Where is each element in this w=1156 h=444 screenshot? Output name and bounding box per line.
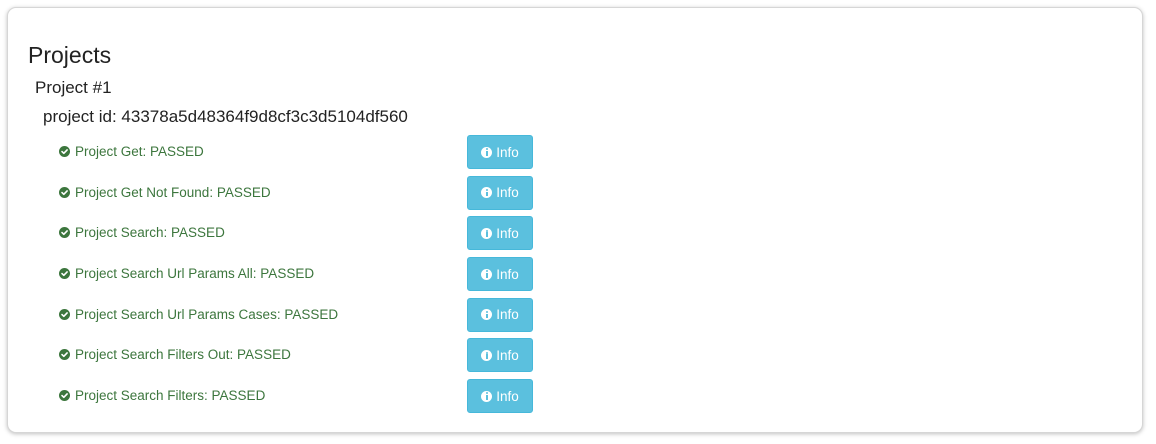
- info-button[interactable]: Info: [467, 338, 533, 373]
- project-id: project id: 43378a5d48364f9d8cf3c3d5104d…: [43, 107, 408, 126]
- test-status: Project Get: PASSED: [59, 144, 204, 159]
- test-row: Project Search Url Params All: PASSED In…: [59, 257, 539, 298]
- info-button[interactable]: Info: [467, 175, 533, 210]
- test-status: Project Get Not Found: PASSED: [59, 185, 271, 200]
- info-circle-icon: [481, 187, 493, 199]
- test-row: Project Search Filters: PASSED Info: [59, 379, 539, 420]
- test-row: Project Search: PASSED Info: [59, 216, 539, 257]
- page-title: Projects: [28, 42, 112, 68]
- test-row: Project Search Url Params Cases: PASSED …: [59, 297, 539, 339]
- info-circle-icon: [481, 390, 493, 402]
- check-circle-icon: [59, 308, 70, 320]
- check-circle-icon: [59, 227, 70, 239]
- test-row: Project Search Filters Out: PASSED Info: [59, 338, 539, 379]
- test-status: Project Search Url Params Cases: PASSED: [59, 307, 338, 322]
- info-circle-icon: [481, 227, 493, 239]
- test-row: Project Get Not Found: PASSED Info: [59, 175, 539, 217]
- info-button[interactable]: Info: [467, 257, 533, 292]
- info-button[interactable]: Info: [467, 216, 533, 251]
- info-button-label: Info: [496, 185, 519, 201]
- info-button-label: Info: [496, 307, 519, 323]
- project-name: Project #1: [35, 78, 112, 97]
- projects-panel: Projects Project #1 project id: 43378a5d…: [7, 7, 1143, 433]
- info-button[interactable]: Info: [467, 379, 533, 414]
- info-circle-icon: [481, 309, 493, 321]
- test-status: Project Search: PASSED: [59, 225, 225, 240]
- test-label: Project Search Url Params Cases: PASSED: [75, 306, 339, 322]
- test-status: Project Search Filters: PASSED: [59, 388, 265, 403]
- info-button-label: Info: [496, 347, 519, 363]
- info-circle-icon: [481, 268, 493, 280]
- info-button[interactable]: Info: [467, 135, 533, 169]
- test-results-list: Project Get: PASSED Info Project Get Not…: [59, 135, 539, 420]
- test-label: Project Get Not Found: PASSED: [75, 184, 271, 200]
- info-button[interactable]: Info: [467, 297, 533, 332]
- info-circle-icon: [481, 146, 493, 158]
- test-row: Project Get: PASSED Info: [59, 135, 539, 176]
- test-status: Project Search Filters Out: PASSED: [59, 347, 291, 362]
- info-button-label: Info: [496, 388, 519, 404]
- check-circle-icon: [59, 349, 70, 361]
- info-circle-icon: [481, 349, 493, 361]
- test-status: Project Search Url Params All: PASSED: [59, 266, 314, 281]
- info-button-label: Info: [496, 225, 519, 241]
- test-label: Project Search Filters Out: PASSED: [75, 347, 291, 363]
- check-circle-icon: [59, 268, 70, 280]
- check-circle-icon: [59, 146, 70, 157]
- check-circle-icon: [59, 390, 70, 402]
- test-label: Project Get: PASSED: [75, 144, 204, 159]
- test-label: Project Search Filters: PASSED: [75, 388, 266, 404]
- info-button-label: Info: [496, 266, 519, 282]
- check-circle-icon: [59, 186, 70, 198]
- test-label: Project Search Url Params All: PASSED: [75, 266, 315, 282]
- test-label: Project Search: PASSED: [75, 225, 225, 241]
- info-button-label: Info: [496, 144, 519, 160]
